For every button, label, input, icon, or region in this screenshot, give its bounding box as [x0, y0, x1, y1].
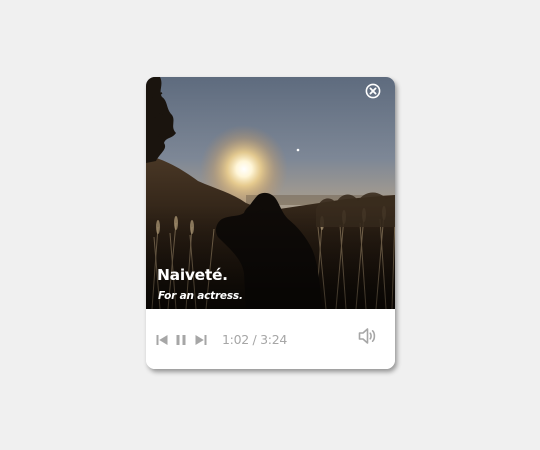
skip-next-icon	[195, 335, 207, 345]
album-cover-image: Naiveté. For an actress.	[146, 77, 395, 309]
pause-button[interactable]	[175, 334, 187, 346]
skip-previous-icon	[156, 335, 168, 345]
volume-button[interactable]	[358, 327, 378, 345]
close-circle-icon	[365, 83, 381, 99]
volume-icon	[358, 328, 376, 344]
track-subtitle: For an actress.	[158, 290, 243, 302]
playback-controls-bar: 1:02 / 3:24	[146, 309, 395, 369]
previous-track-button[interactable]	[156, 334, 168, 346]
next-track-button[interactable]	[195, 334, 207, 346]
playback-time: 1:02 / 3:24	[222, 332, 287, 347]
audio-player-card: Naiveté. For an actress. 1:02 / 3:24	[146, 77, 395, 369]
track-title: Naiveté.	[157, 266, 228, 284]
pause-icon	[176, 335, 186, 345]
close-button[interactable]	[365, 83, 381, 99]
